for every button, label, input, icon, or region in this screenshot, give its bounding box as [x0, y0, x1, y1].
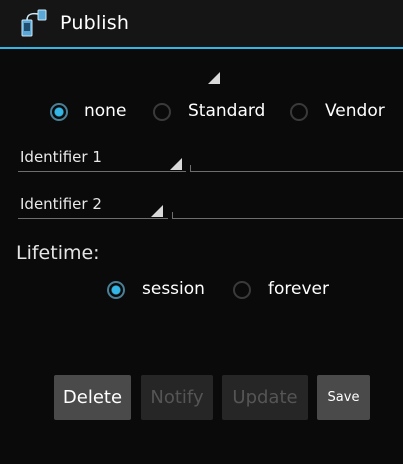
spinner-indicator-icon	[208, 72, 220, 84]
action-bar: Publish	[0, 0, 403, 49]
radio-none[interactable]	[50, 103, 68, 121]
radio-none-label[interactable]: none	[84, 101, 126, 121]
identifier-2-spinner-underline	[18, 218, 168, 219]
radio-standard-label[interactable]: Standard	[188, 101, 265, 121]
app-title: Publish	[60, 12, 130, 34]
save-button[interactable]: Save	[317, 375, 370, 420]
radio-standard[interactable]	[153, 103, 171, 121]
identifier-1-spinner-underline	[18, 171, 186, 172]
notify-button[interactable]: Notify	[141, 375, 213, 420]
identifier-1-dropdown-icon	[170, 158, 182, 170]
identifier-1-label: Identifier 1	[20, 148, 102, 166]
radio-vendor[interactable]	[290, 103, 308, 121]
identifier-2-dropdown-icon	[151, 205, 163, 217]
publish-type-spinner[interactable]	[150, 60, 230, 90]
identifier-2-input[interactable]	[172, 193, 403, 221]
identifier-2-input-underline	[172, 218, 403, 219]
radio-session-label[interactable]: session	[142, 279, 205, 299]
update-button[interactable]: Update	[222, 375, 308, 420]
identifier-1-input-underline	[190, 171, 403, 172]
radio-session[interactable]	[107, 281, 125, 299]
identifier-1-input[interactable]	[190, 146, 403, 174]
publish-screen: Publish none Standard Vendor Identifier …	[0, 0, 403, 464]
lifetime-label: Lifetime:	[16, 242, 100, 264]
identifier-1-spinner[interactable]: Identifier 1	[18, 146, 188, 174]
radio-forever[interactable]	[233, 281, 251, 299]
radio-vendor-label[interactable]: Vendor	[325, 101, 385, 121]
identifier-2-spinner[interactable]: Identifier 2	[18, 193, 170, 221]
delete-button[interactable]: Delete	[54, 375, 131, 420]
identifier-2-label: Identifier 2	[20, 195, 102, 213]
publish-app-icon[interactable]	[18, 8, 50, 38]
radio-forever-label[interactable]: forever	[268, 279, 329, 299]
